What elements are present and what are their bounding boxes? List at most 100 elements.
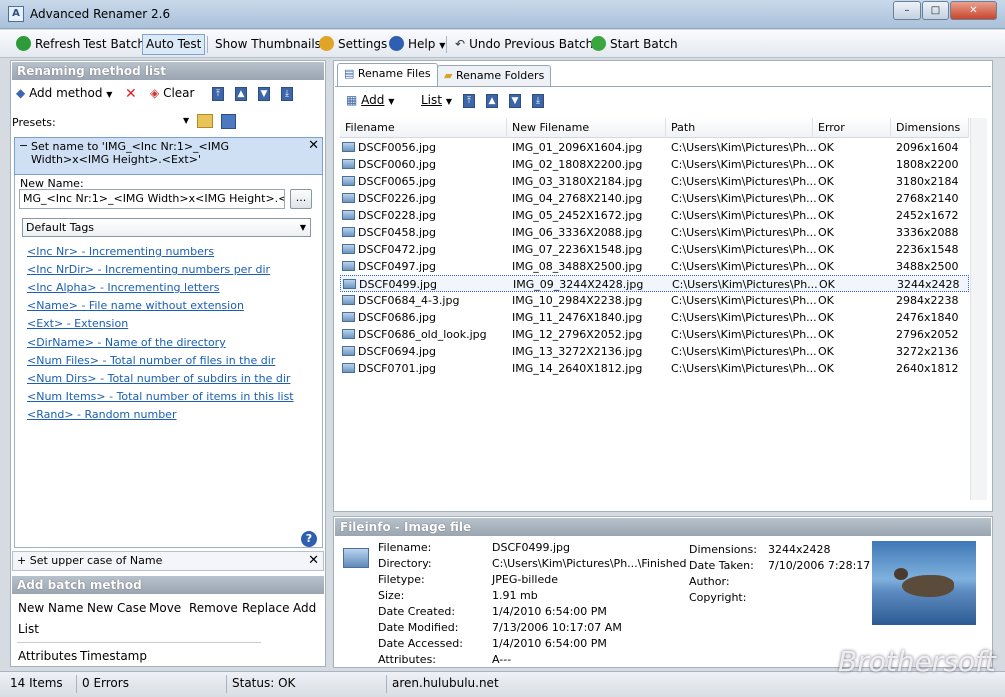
tag-link-name[interactable]: <Name> - File name without extension [27,299,244,312]
tag-link-num-items[interactable]: <Num Items> - Total number of items in t… [27,390,294,403]
file-move-top-button[interactable]: ⤒ [463,94,475,108]
col-error[interactable]: Error [813,118,891,138]
batch-replace[interactable]: Replace [242,601,289,615]
move-down-button[interactable]: ▼ [258,87,270,101]
tab-rename-files[interactable]: ▤ Rename Files [337,63,438,87]
remove-method-icon[interactable]: ✕ [308,139,319,152]
test-batch-button[interactable]: Test Batch [79,34,149,55]
batch-add[interactable]: Add [293,601,316,615]
minimize-button[interactable]: – [893,1,921,20]
list-menu-button[interactable]: List ▼ [421,93,452,107]
batch-remove[interactable]: Remove [189,601,238,615]
remove-method-icon[interactable]: ✕ [308,552,319,570]
info-value: 7/13/2006 10:17:07 AM [492,621,622,634]
file-grid-scrollbar[interactable] [970,118,987,500]
cell-error: OK [818,241,896,258]
undo-previous-batch-button[interactable]: ↶ Undo Previous Batch [451,34,597,55]
col-path[interactable]: Path [666,118,813,138]
col-filename[interactable]: Filename [340,118,507,138]
delete-method-icon[interactable]: ✕ [125,86,137,102]
tag-link-inc-nr[interactable]: <Inc Nr> - Incrementing numbers [27,245,214,258]
add-files-button[interactable]: ▦ Add ▼ [346,93,394,107]
table-row[interactable]: DSCF0499.jpg IMG_09_3244X2428.jpg C:\Users… [340,275,969,292]
settings-button[interactable]: Settings [315,34,391,55]
cell-text: 1808x2200 [896,158,959,171]
cell-text: OK [818,362,834,375]
table-row[interactable]: DSCF0458.jpg IMG_06_3336X2088.jpg C:\Users… [340,224,969,241]
clear-button[interactable]: ◈ Clear [150,86,194,100]
maximize-button[interactable]: □ [922,1,949,20]
batch-list[interactable]: List [18,622,39,636]
batch-new-name[interactable]: New Name [18,601,83,615]
tags-dropdown[interactable]: Default Tags ▼ [22,218,311,237]
toolbar-separator [207,36,208,53]
add-method-button[interactable]: ◆ Add method ▼ [16,86,112,100]
table-row[interactable]: DSCF0228.jpg IMG_05_2452X1672.jpg C:\Users… [340,207,969,224]
cell-text: 2640x1812 [896,362,959,375]
info-label: Filename: [378,541,432,554]
refresh-button[interactable]: Refresh [12,34,84,55]
cell-filename: DSCF0458.jpg [342,224,507,241]
tag-link-num-dirs[interactable]: <Num Dirs> - Total number of subdirs in … [27,372,290,385]
file-move-down-button[interactable]: ▼ [509,94,521,108]
batch-timestamp[interactable]: Timestamp [80,649,147,663]
start-batch-button[interactable]: Start Batch [587,34,682,55]
method-item-set-name[interactable]: − Set name to 'IMG_<Inc Nr:1>_<IMG Width… [14,137,323,175]
status-website[interactable]: aren.hulubulu.net [392,676,499,690]
cell-error: OK [819,276,897,293]
batch-attributes[interactable]: Attributes [18,649,77,663]
help-button[interactable]: Help ▼ [385,34,449,55]
folder-open-icon[interactable] [197,114,213,128]
table-row[interactable]: DSCF0226.jpg IMG_04_2768X2140.jpg C:\Users… [340,190,969,207]
cell-text: IMG_03_3180X2184.jpg [512,175,643,188]
table-row[interactable]: DSCF0686.jpg IMG_11_2476X1840.jpg C:\Users… [340,309,969,326]
table-row[interactable]: DSCF0060.jpg IMG_02_1808X2200.jpg C:\Users… [340,156,969,173]
image-file-icon [342,210,355,220]
tag-link-ext[interactable]: <Ext> - Extension [27,317,128,330]
tag-link-inc-alpha[interactable]: <Inc Alpha> - Incrementing letters [27,281,220,294]
presets-dropdown[interactable]: ▼ [183,116,189,125]
expand-icon[interactable]: + [17,554,30,567]
cell-dimensions: 2768x2140 [896,190,974,207]
table-row[interactable]: DSCF0701.jpg IMG_14_2640X1812.jpg C:\Users… [340,360,969,377]
batch-method-header: Add batch method [12,576,324,594]
info-label: Attributes: [378,653,437,666]
auto-test-toggle[interactable]: Auto Test [142,34,206,55]
table-row[interactable]: DSCF0686_old_look.jpg IMG_12_2796X2052.jp… [340,326,969,343]
col-new-filename[interactable]: New Filename [507,118,666,138]
table-row[interactable]: DSCF0694.jpg IMG_13_3272X2136.jpg C:\Users… [340,343,969,360]
new-name-input[interactable]: MG_<Inc Nr:1>_<IMG Width>x<IMG Height>.<… [19,189,285,209]
tag-link-num-files[interactable]: <Num Files> - Total number of files in t… [27,354,275,367]
tag-link-dirname[interactable]: <DirName> - Name of the directory [27,336,226,349]
tag-link-inc-nrdir[interactable]: <Inc NrDir> - Incrementing numbers per d… [27,263,270,276]
tag-link-rand[interactable]: <Rand> - Random number [27,408,176,421]
move-bottom-button[interactable]: ⤓ [281,87,293,101]
cell-new-filename: IMG_13_3272X2136.jpg [512,343,671,360]
table-row[interactable]: DSCF0684_4-3.jpg IMG_10_2984X2238.jpg C:\U… [340,292,969,309]
table-row[interactable]: DSCF0065.jpg IMG_03_3180X2184.jpg C:\Users… [340,173,969,190]
tab-rename-folders[interactable]: ▰ Rename Folders [437,65,552,87]
file-move-bottom-button[interactable]: ⤓ [532,94,544,108]
batch-new-case[interactable]: New Case [87,601,146,615]
collapse-icon[interactable]: − [19,139,28,152]
method-item-upper-case[interactable]: + Set upper case of Name ✕ [12,551,324,571]
cell-error: OK [818,173,896,190]
batch-move[interactable]: Move [149,601,181,615]
file-move-up-button[interactable]: ▲ [486,94,498,108]
help-icon[interactable]: ? [301,531,317,547]
table-row[interactable]: DSCF0472.jpg IMG_07_2236X1548.jpg C:\Users… [340,241,969,258]
tag-picker-button[interactable]: ... [290,189,312,209]
info-value: 1/4/2010 6:54:00 PM [492,605,607,618]
col-dimensions[interactable]: Dimensions [891,118,969,138]
save-preset-icon[interactable] [221,114,236,129]
cell-text: IMG_12_2796X2052.jpg [512,328,643,341]
show-thumbnails-button[interactable]: Show Thumbnails [211,34,325,55]
play-icon [591,36,606,51]
cell-text: C:\Users\Kim\Pictures\Ph... [671,345,817,358]
move-up-button[interactable]: ▲ [235,87,247,101]
move-top-button[interactable]: ⤒ [212,87,224,101]
cell-path: C:\Users\Kim\Pictures\Ph... [671,156,818,173]
table-row[interactable]: DSCF0497.jpg IMG_08_3488X2500.jpg C:\Users… [340,258,969,275]
close-button[interactable]: ✕ [950,1,997,20]
table-row[interactable]: DSCF0056.jpg IMG_01_2096X1604.jpg C:\Users… [340,139,969,156]
